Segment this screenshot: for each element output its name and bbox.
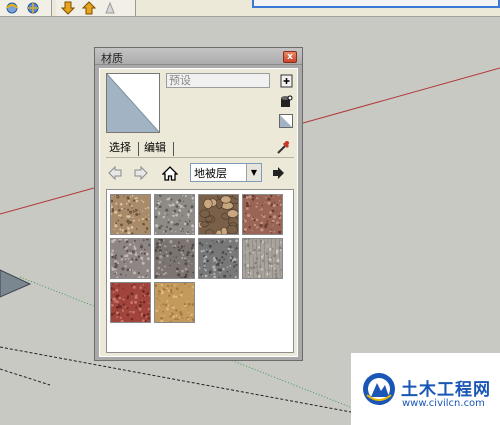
swatch-texture — [199, 239, 238, 278]
site-watermark: 土木工程网 www.civilcn.com — [351, 353, 500, 425]
pan-tool-button[interactable] — [24, 1, 42, 16]
paint-bucket-icon — [281, 95, 293, 107]
home-icon — [162, 165, 178, 181]
upload-button[interactable] — [80, 1, 98, 16]
material-swatch-gravel-3[interactable] — [110, 238, 151, 279]
material-swatch-concrete[interactable] — [242, 238, 283, 279]
swatch-texture — [155, 239, 194, 278]
swatch-texture — [199, 195, 238, 234]
materials-title-bar[interactable]: 材质 x — [95, 48, 302, 65]
close-button[interactable]: x — [283, 51, 297, 63]
orbit-icon — [6, 2, 18, 14]
arrow-right-icon — [134, 166, 148, 180]
material-swatch-grid — [110, 194, 283, 323]
globe-icon — [27, 2, 39, 14]
forward-button[interactable] — [132, 164, 150, 182]
toolbar-group-views — [56, 0, 136, 16]
share-button[interactable] — [101, 1, 119, 16]
arrow-up-icon — [81, 1, 97, 15]
tab-divider-2 — [173, 142, 174, 156]
swatch-texture — [111, 239, 150, 278]
material-swatch-pebbles[interactable] — [198, 194, 239, 235]
toolbar-group-camera — [0, 0, 52, 16]
material-swatch-red-brick[interactable] — [110, 282, 151, 323]
tab-select[interactable]: 选择 — [106, 139, 134, 157]
watermark-title: 土木工程网 — [401, 380, 491, 400]
back-button[interactable] — [106, 164, 124, 182]
materials-window: 材质 x 预设 选择 编辑 地被层 ▼ — [94, 47, 303, 361]
material-swatch-gravel-1[interactable] — [110, 194, 151, 235]
material-preview[interactable] — [106, 73, 160, 133]
material-swatch-gravel-2[interactable] — [154, 194, 195, 235]
default-material-swatch[interactable] — [278, 113, 294, 128]
material-tabs: 选择 编辑 — [106, 139, 294, 158]
default-material-button[interactable] — [278, 93, 294, 108]
red-axis-line — [0, 187, 95, 215]
civilcn-logo-icon — [361, 371, 397, 410]
window-title: 材质 — [101, 52, 123, 65]
material-swatch-area — [106, 189, 294, 353]
details-button[interactable] — [269, 164, 287, 182]
default-swatch-icon — [279, 113, 293, 128]
material-swatch-red-earth[interactable] — [242, 194, 283, 235]
swatch-texture — [111, 283, 150, 322]
swatch-texture — [243, 239, 282, 278]
home-button[interactable] — [161, 164, 179, 182]
top-toolbar — [0, 0, 500, 17]
material-swatch-gravel-5[interactable] — [198, 238, 239, 279]
dashed-edge-line-2 — [0, 368, 51, 386]
create-material-button[interactable] — [278, 73, 294, 88]
title-bar-strip — [252, 0, 500, 8]
create-material-icon — [280, 74, 292, 87]
swatch-texture — [155, 195, 194, 234]
materials-body: 预设 选择 编辑 地被层 ▼ — [99, 68, 298, 357]
red-axis-line-right — [302, 67, 500, 124]
download-button[interactable] — [59, 1, 77, 16]
material-swatch-sand[interactable] — [154, 282, 195, 323]
arrow-down-icon — [60, 1, 76, 15]
library-dropdown[interactable]: 地被层 ▼ — [190, 163, 262, 182]
swatch-texture — [111, 195, 150, 234]
tab-underline — [106, 157, 294, 158]
model-face-shape[interactable] — [0, 269, 32, 298]
library-dropdown-value: 地被层 — [194, 166, 227, 180]
library-nav-row: 地被层 ▼ — [106, 163, 294, 183]
swatch-texture — [155, 283, 194, 322]
orbit-tool-button[interactable] — [3, 1, 21, 16]
eyedropper-button[interactable] — [276, 140, 290, 158]
tab-divider — [138, 142, 139, 156]
tab-edit[interactable]: 编辑 — [141, 139, 169, 157]
details-arrow-icon — [273, 167, 284, 179]
chevron-down-icon[interactable]: ▼ — [246, 164, 261, 181]
watermark-url: www.civilcn.com — [402, 398, 485, 409]
share-icon — [105, 1, 115, 14]
material-name-field[interactable]: 预设 — [166, 73, 270, 88]
preview-swatch — [106, 73, 160, 133]
arrow-left-icon — [108, 166, 122, 180]
eyedropper-icon — [277, 141, 290, 154]
material-swatch-gravel-4[interactable] — [154, 238, 195, 279]
swatch-texture — [243, 195, 282, 234]
